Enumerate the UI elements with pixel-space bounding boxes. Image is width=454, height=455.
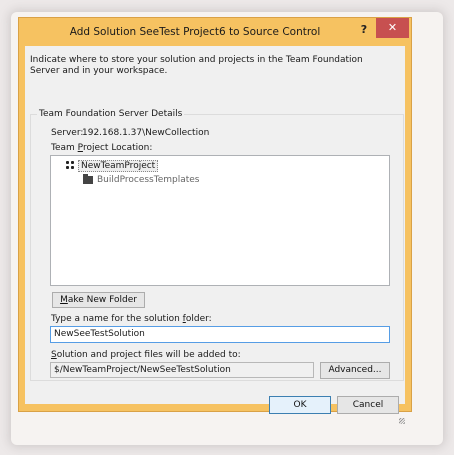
tree-item-newteamproject[interactable]: NewTeamProject xyxy=(66,160,159,172)
close-button[interactable]: ✕ xyxy=(376,18,409,38)
tree-item-buildprocesstemplates[interactable]: BuildProcessTemplates xyxy=(83,173,200,186)
add-to-source-control-dialog: Add Solution SeeTest Project6 to Source … xyxy=(18,17,412,424)
project-location-tree[interactable]: NewTeamProject BuildProcessTemplates xyxy=(50,155,390,286)
folder-icon xyxy=(83,173,93,184)
group-title: Team Foundation Server Details xyxy=(37,109,185,119)
solution-folder-label: Type a name for the solution folder: xyxy=(51,314,212,324)
tree-item-label: BuildProcessTemplates xyxy=(97,175,200,185)
dialog-body: Indicate where to store your solution an… xyxy=(25,46,405,424)
title-bar[interactable]: Add Solution SeeTest Project6 to Source … xyxy=(19,18,411,46)
project-location-label: Team Project Location: xyxy=(51,143,153,153)
intro-text: Indicate where to store your solution an… xyxy=(30,55,363,76)
team-project-icon xyxy=(66,161,75,170)
server-label: Server: xyxy=(51,128,84,138)
target-path-field: $/NewTeamProject/NewSeeTestSolution xyxy=(50,362,314,378)
solution-folder-input[interactable]: NewSeeTestSolution xyxy=(50,326,390,343)
make-new-folder-button[interactable]: Make New Folder xyxy=(52,292,145,308)
resize-grip-icon[interactable] xyxy=(399,418,405,424)
ok-button[interactable]: OK xyxy=(269,396,331,414)
server-value: 192.168.1.37\NewCollection xyxy=(82,128,210,138)
added-to-label: Solution and project files will be added… xyxy=(51,350,241,360)
help-button[interactable]: ? xyxy=(356,21,372,39)
advanced-button[interactable]: Advanced... xyxy=(320,362,390,379)
dialog-title: Add Solution SeeTest Project6 to Source … xyxy=(69,26,321,38)
cancel-button[interactable]: Cancel xyxy=(337,396,399,414)
tree-item-label: NewTeamProject xyxy=(78,160,159,172)
